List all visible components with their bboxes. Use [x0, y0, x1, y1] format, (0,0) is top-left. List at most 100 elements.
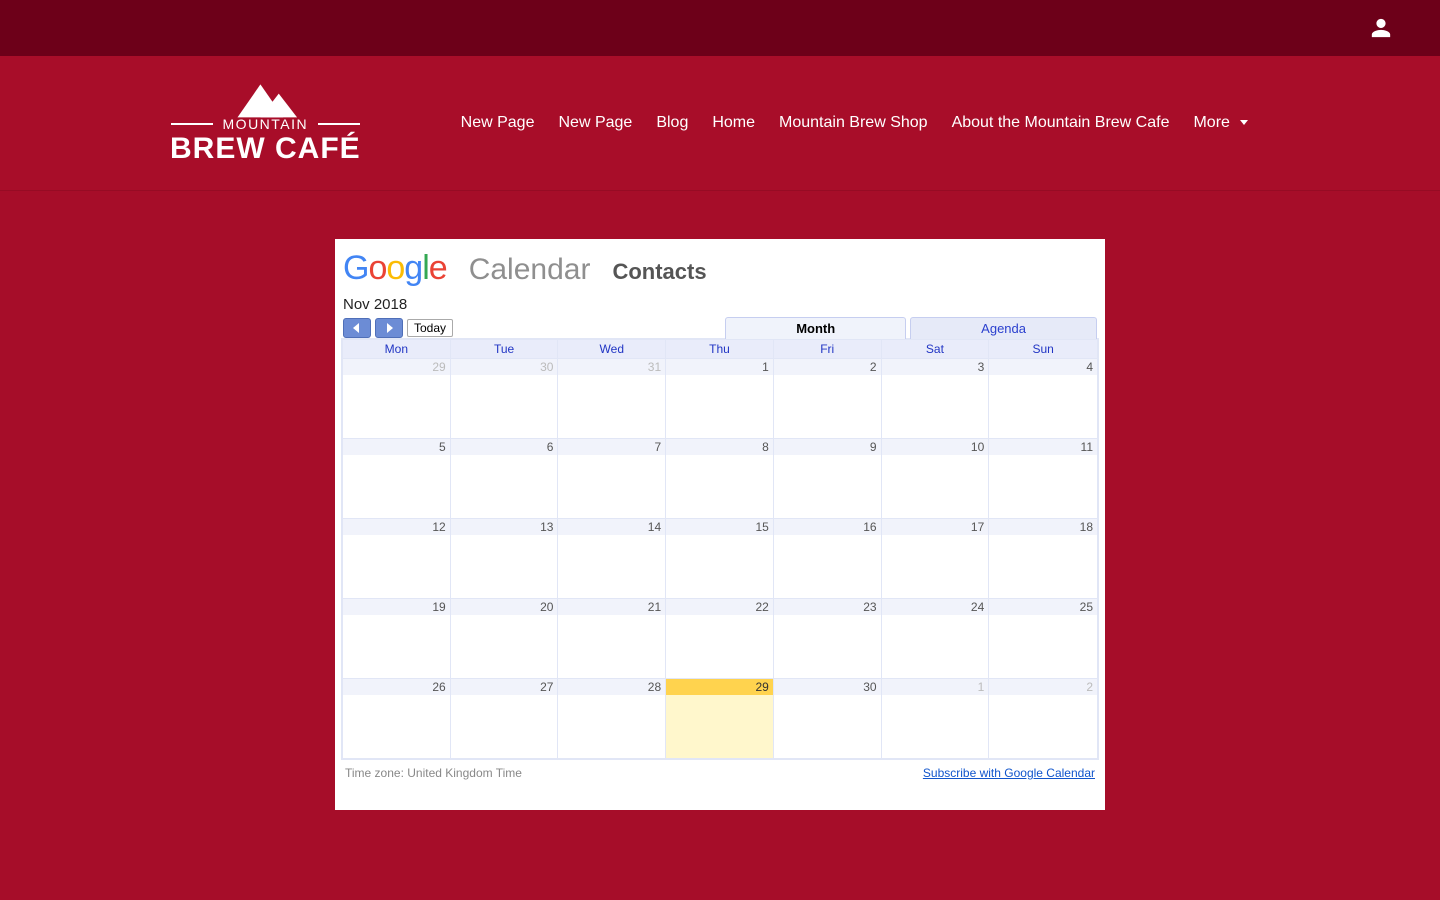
- day-cell[interactable]: 1: [882, 678, 990, 758]
- calendar-month-label: Nov 2018: [343, 296, 1097, 313]
- nav-more-label: More: [1193, 114, 1229, 131]
- week-row: 19202122232425: [343, 598, 1097, 678]
- nav-item[interactable]: About the Mountain Brew Cafe: [952, 114, 1170, 132]
- day-cell[interactable]: 1: [666, 358, 774, 438]
- day-number: 30: [774, 679, 881, 695]
- calendar-footer: Time zone: United Kingdom Time Subscribe…: [341, 760, 1099, 780]
- day-number: 29: [666, 679, 773, 695]
- calendar-grid: Mon Tue Wed Thu Fri Sat Sun 293031123456…: [341, 338, 1099, 760]
- day-number: 23: [774, 599, 881, 615]
- week-row: 12131415161718: [343, 518, 1097, 598]
- day-cell[interactable]: 4: [989, 358, 1097, 438]
- day-cell[interactable]: 29: [343, 358, 451, 438]
- chevron-left-icon: [353, 323, 361, 333]
- main-nav: New Page New Page Blog Home Mountain Bre…: [461, 114, 1249, 132]
- day-cell[interactable]: 27: [451, 678, 559, 758]
- nav-more[interactable]: More: [1193, 114, 1248, 132]
- page-body: Google Calendar Contacts Nov 2018 Today …: [0, 191, 1440, 810]
- day-number: 2: [774, 359, 881, 375]
- day-number: 21: [558, 599, 665, 615]
- day-number: 9: [774, 439, 881, 455]
- day-cell[interactable]: 2: [774, 358, 882, 438]
- day-cell[interactable]: 11: [989, 438, 1097, 518]
- utility-bar: [0, 0, 1440, 56]
- day-cell[interactable]: 21: [558, 598, 666, 678]
- day-cell[interactable]: 30: [774, 678, 882, 758]
- day-number: 8: [666, 439, 773, 455]
- subscribe-link[interactable]: Subscribe with Google Calendar: [923, 766, 1095, 780]
- day-cell[interactable]: 14: [558, 518, 666, 598]
- logo-line2: BREW CAFÉ: [170, 132, 361, 166]
- calendar-controls: Today Month Agenda: [341, 317, 1099, 339]
- google-calendar-widget: Google Calendar Contacts Nov 2018 Today …: [335, 239, 1105, 810]
- nav-item[interactable]: Mountain Brew Shop: [779, 114, 928, 132]
- day-cell[interactable]: 2: [989, 678, 1097, 758]
- day-number: 27: [451, 679, 558, 695]
- google-logo: Google: [343, 249, 447, 288]
- day-number: 5: [343, 439, 450, 455]
- site-header: MOUNTAIN BREW CAFÉ New Page New Page Blo…: [0, 56, 1440, 191]
- nav-item[interactable]: Blog: [656, 114, 688, 132]
- day-number: 22: [666, 599, 773, 615]
- day-cell[interactable]: 30: [451, 358, 559, 438]
- day-cell[interactable]: 17: [882, 518, 990, 598]
- day-cell[interactable]: 29: [666, 678, 774, 758]
- day-number: 25: [989, 599, 1097, 615]
- day-cell[interactable]: 13: [451, 518, 559, 598]
- day-number: 16: [774, 519, 881, 535]
- week-row: 262728293012: [343, 678, 1097, 758]
- day-cell[interactable]: 7: [558, 438, 666, 518]
- day-cell[interactable]: 8: [666, 438, 774, 518]
- nav-item[interactable]: New Page: [461, 114, 535, 132]
- day-cell[interactable]: 25: [989, 598, 1097, 678]
- day-number: 29: [343, 359, 450, 375]
- day-cell[interactable]: 15: [666, 518, 774, 598]
- site-logo[interactable]: MOUNTAIN BREW CAFÉ: [170, 80, 361, 166]
- day-number: 30: [451, 359, 558, 375]
- tab-month[interactable]: Month: [725, 317, 906, 339]
- day-cell[interactable]: 16: [774, 518, 882, 598]
- day-number: 19: [343, 599, 450, 615]
- logo-line1-wrap: MOUNTAIN: [171, 116, 361, 132]
- day-cell[interactable]: 9: [774, 438, 882, 518]
- day-cell[interactable]: 23: [774, 598, 882, 678]
- day-number: 14: [558, 519, 665, 535]
- day-cell[interactable]: 5: [343, 438, 451, 518]
- day-cell[interactable]: 18: [989, 518, 1097, 598]
- chevron-down-icon: [1240, 120, 1248, 125]
- day-number: 3: [882, 359, 989, 375]
- day-cell[interactable]: 20: [451, 598, 559, 678]
- day-cell[interactable]: 3: [882, 358, 990, 438]
- view-tabs: Month Agenda: [725, 317, 1097, 339]
- day-cell[interactable]: 10: [882, 438, 990, 518]
- dow-cell: Sun: [989, 340, 1097, 358]
- dow-cell: Mon: [343, 340, 451, 358]
- nav-item[interactable]: New Page: [558, 114, 632, 132]
- calendar-brand-label: Calendar: [469, 253, 591, 287]
- user-icon[interactable]: [1370, 17, 1392, 39]
- today-button[interactable]: Today: [407, 319, 453, 337]
- day-cell[interactable]: 22: [666, 598, 774, 678]
- day-cell[interactable]: 19: [343, 598, 451, 678]
- day-cell[interactable]: 12: [343, 518, 451, 598]
- chevron-right-icon: [385, 323, 393, 333]
- day-number: 13: [451, 519, 558, 535]
- next-month-button[interactable]: [375, 318, 403, 338]
- day-number: 4: [989, 359, 1097, 375]
- nav-item[interactable]: Home: [712, 114, 755, 132]
- dow-cell: Tue: [451, 340, 559, 358]
- day-number: 1: [882, 679, 989, 695]
- day-cell[interactable]: 28: [558, 678, 666, 758]
- prev-month-button[interactable]: [343, 318, 371, 338]
- day-cell[interactable]: 6: [451, 438, 559, 518]
- day-cell[interactable]: 31: [558, 358, 666, 438]
- dow-row: Mon Tue Wed Thu Fri Sat Sun: [343, 340, 1097, 358]
- day-number: 24: [882, 599, 989, 615]
- day-cell[interactable]: 26: [343, 678, 451, 758]
- week-row: 2930311234: [343, 358, 1097, 438]
- day-number: 12: [343, 519, 450, 535]
- tab-agenda[interactable]: Agenda: [910, 317, 1097, 339]
- week-row: 567891011: [343, 438, 1097, 518]
- day-cell[interactable]: 24: [882, 598, 990, 678]
- dow-cell: Wed: [558, 340, 666, 358]
